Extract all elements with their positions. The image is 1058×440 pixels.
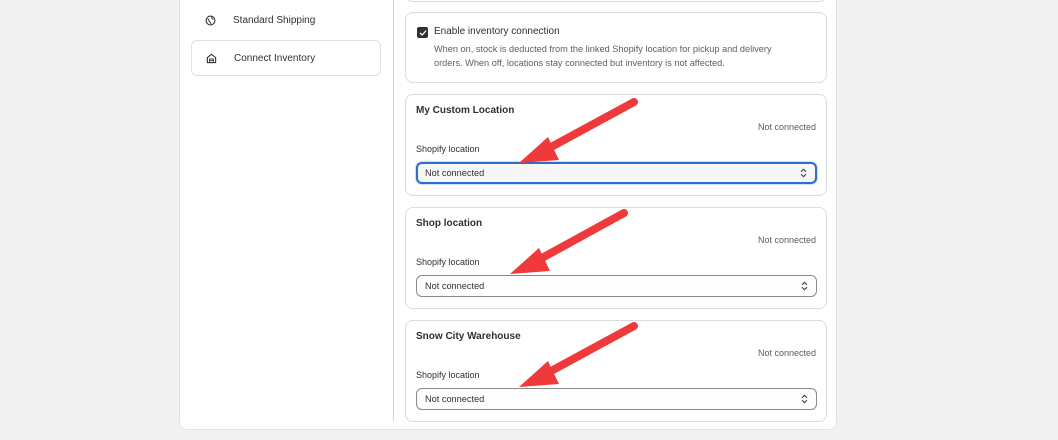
main-content: Enable inventory connection When on, sto… [405, 0, 827, 429]
select-value: Not connected [425, 168, 485, 178]
location-card: My Custom Location Not connected Shopify… [405, 94, 827, 196]
enable-inventory-checkbox[interactable] [417, 27, 428, 38]
sidebar-item-label: Standard Shipping [233, 14, 316, 26]
store-icon [204, 51, 218, 65]
select-value: Not connected [425, 394, 485, 404]
enable-inventory-help: When on, stock is deducted from the link… [434, 44, 772, 68]
globe-icon [203, 13, 217, 27]
connection-status: Not connected [757, 348, 816, 358]
sidebar: Standard Shipping Connect Inventory [180, 0, 392, 429]
shopify-location-label: Shopify location [416, 370, 480, 380]
enable-inventory-label[interactable]: Enable inventory connection [434, 26, 560, 37]
connection-status: Not connected [757, 122, 816, 132]
check-icon [419, 29, 426, 36]
location-name: My Custom Location [416, 105, 515, 116]
select-value: Not connected [425, 281, 485, 291]
shopify-location-label: Shopify location [416, 257, 480, 267]
shopify-location-select[interactable]: Not connected [416, 162, 817, 184]
sidebar-item-standard-shipping[interactable]: Standard Shipping [191, 2, 381, 38]
sidebar-item-connect-inventory[interactable]: Connect Inventory [191, 40, 381, 76]
inventory-toggle-card: Enable inventory connection When on, sto… [405, 12, 827, 83]
location-card: Snow City Warehouse Not connected Shopif… [405, 320, 827, 422]
location-card: Shop location Not connected Shopify loca… [405, 207, 827, 309]
shopify-location-select[interactable]: Not connected [416, 275, 817, 297]
select-chevron-icon [800, 168, 807, 178]
settings-panel: Standard Shipping Connect Inventory Enab… [179, 0, 837, 430]
sidebar-item-label: Connect Inventory [234, 52, 316, 64]
shopify-location-label: Shopify location [416, 144, 480, 154]
panel-divider [393, 0, 394, 421]
select-chevron-icon [801, 281, 808, 291]
select-chevron-icon [801, 394, 808, 404]
location-name: Shop location [416, 218, 483, 229]
connection-status: Not connected [757, 235, 816, 245]
location-name: Snow City Warehouse [416, 331, 521, 342]
previous-card [405, 0, 827, 2]
shopify-location-select[interactable]: Not connected [416, 388, 817, 410]
